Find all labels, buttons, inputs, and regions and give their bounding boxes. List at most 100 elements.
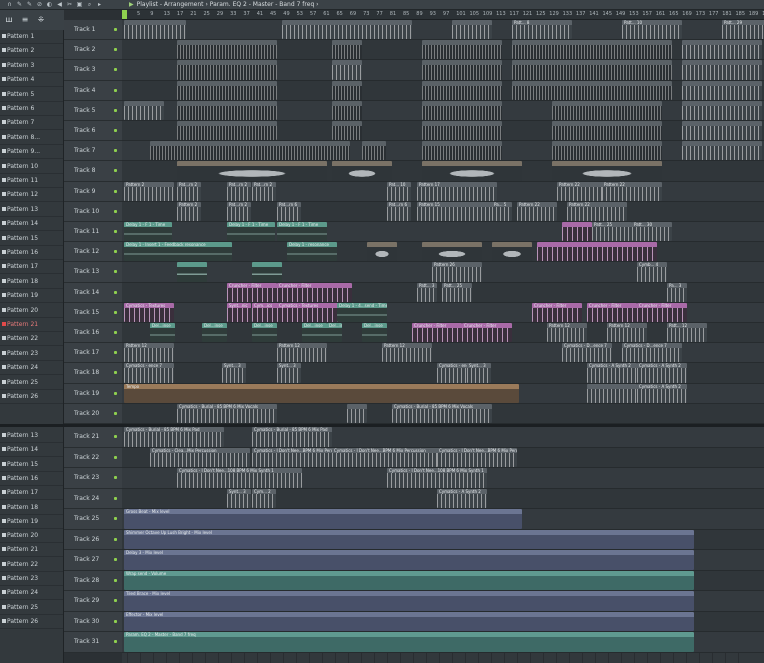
pattern-item[interactable]: Pattern 20 <box>0 529 63 544</box>
playlist-clip[interactable] <box>552 121 662 141</box>
pattern-item[interactable]: Pattern 18 <box>0 501 63 515</box>
playlist-clip[interactable]: Pattern 15 <box>417 201 497 221</box>
playlist-clip[interactable] <box>512 60 672 80</box>
track-enable-led[interactable] <box>114 619 117 623</box>
pencil-icon[interactable]: ✎ <box>16 1 23 8</box>
track-enable-led[interactable] <box>114 48 117 52</box>
playlist-clip[interactable]: Patt... 30 <box>632 222 672 242</box>
paint-icon[interactable]: ✎ <box>26 1 33 8</box>
playlist-clip[interactable]: Cymatics - D...ence 7 <box>622 343 682 363</box>
select-icon[interactable]: ▣ <box>76 1 83 8</box>
playlist-clip[interactable] <box>177 100 277 120</box>
playlist-clip[interactable] <box>562 222 592 242</box>
pattern-item[interactable]: Pattern 13 <box>0 429 63 443</box>
track-enable-led[interactable] <box>114 411 117 415</box>
playlist-clip[interactable]: Patt... 12 <box>667 323 707 343</box>
track-header[interactable]: Track 22 <box>64 447 122 468</box>
playlist-clip[interactable]: Synt... 3 <box>222 363 246 383</box>
track-lane[interactable]: Synt... 3 Cym... 2 Cymatics - A Synth 2 <box>122 488 764 509</box>
playlist-clip[interactable]: Delay 1 - F 1 - Time <box>124 222 172 242</box>
playlist-clip[interactable]: Cymatics - A Synth 2 <box>637 363 687 383</box>
track-header[interactable]: Track 6 <box>64 121 122 142</box>
pattern-item[interactable]: Pattern 21 <box>0 318 63 332</box>
pattern-item[interactable]: Pattern 19 <box>0 515 63 529</box>
pattern-item[interactable]: Pattern 14 <box>0 443 63 458</box>
track-header[interactable]: Track 26 <box>64 529 122 550</box>
pattern-item[interactable]: Pattern 12 <box>0 188 63 203</box>
playlist-clip[interactable] <box>492 242 532 262</box>
pattern-item[interactable]: Pattern 23 <box>0 572 63 586</box>
track-lane[interactable]: Pattern 12 Pattern 12 Pattern 12 Cymatics -… <box>122 343 764 364</box>
playlist-clip[interactable]: Pattern 22 <box>567 201 627 221</box>
pattern-item[interactable]: Pattern 9... <box>0 145 63 160</box>
track-lane[interactable]: Cruncher - Filter Cruncher - Filter Patt..… <box>122 282 764 303</box>
playlist-clip[interactable] <box>552 161 662 181</box>
playlist-clip[interactable] <box>552 141 662 161</box>
track-enable-led[interactable] <box>114 558 117 562</box>
track-enable-led[interactable] <box>114 189 117 193</box>
track-lane[interactable]: Del...inse Del...inse Del...inse Del...inse… <box>122 323 764 344</box>
pattern-item[interactable]: Pattern 18 <box>0 275 63 289</box>
playlist-clip[interactable] <box>422 80 502 100</box>
track-lane[interactable]: Tempo Cymatics - A Synth 2 <box>122 383 764 404</box>
pattern-item[interactable]: Pattern 5 <box>0 88 63 102</box>
playlist-clip[interactable]: Cymatics - Burial - 85 BPM 6 Mix Pad <box>252 427 332 447</box>
track-enable-led[interactable] <box>114 230 117 234</box>
track-enable-led[interactable] <box>114 331 117 335</box>
playlist-clip[interactable]: Delay 1 - 4...send - Time <box>337 302 387 322</box>
track-header[interactable]: Track 29 <box>64 591 122 612</box>
playlist-clip[interactable]: Cruncher - Filter <box>227 282 277 302</box>
playlist-clip[interactable]: Patt... 10 <box>622 20 682 40</box>
playlist-clip[interactable] <box>422 242 482 262</box>
playlist-clip[interactable]: Del...inse <box>362 323 387 343</box>
playlist-clip[interactable]: Synt... 3 <box>277 363 301 383</box>
track-enable-led[interactable] <box>114 129 117 133</box>
track-header[interactable]: Track 27 <box>64 550 122 571</box>
playlist-clip[interactable]: Cruncher - Filter <box>587 302 637 322</box>
track-lane[interactable] <box>122 161 764 182</box>
playlist-clip[interactable]: Cymatics - Burial - 85 BPM 6 Mix Vocals <box>177 403 277 423</box>
grid-icon[interactable]: ⁜ <box>36 15 46 25</box>
track-enable-led[interactable] <box>114 371 117 375</box>
playlist-clip[interactable]: Param. EQ 2 - Master - Band 7 freq <box>124 632 694 652</box>
playlist-clip[interactable]: Cymatics - A Synth 2 <box>437 488 487 508</box>
track-enable-led[interactable] <box>114 537 117 541</box>
track-lane[interactable] <box>122 80 764 101</box>
playlist-clip[interactable]: Shimmer Octave Up Lush Bright - Mix leve… <box>124 529 694 549</box>
pattern-item[interactable]: Pattern 6 <box>0 102 63 116</box>
track-lane[interactable] <box>122 141 764 162</box>
playlist-clip[interactable]: Pat...rn 2 <box>227 201 251 221</box>
playlist-clip[interactable] <box>177 121 277 141</box>
playlist-clip[interactable]: Pattern 12 <box>382 343 432 363</box>
track-enable-led[interactable] <box>114 496 117 500</box>
track-header[interactable]: Track 11 <box>64 222 122 243</box>
track-header[interactable]: Track 4 <box>64 80 122 101</box>
track-lane[interactable]: Gross Beat - Mix level <box>122 509 764 530</box>
playlist-clip[interactable] <box>682 60 762 80</box>
playlist-clip[interactable]: Cymatics - A Synth 2 <box>587 363 637 383</box>
playlist-clip[interactable] <box>682 40 762 60</box>
playlist-clip[interactable] <box>124 20 186 40</box>
playlist-clip[interactable]: Pat...rn 2 <box>177 181 201 201</box>
playlist-clip[interactable] <box>177 161 327 181</box>
delete-icon[interactable]: ⊘ <box>36 1 43 8</box>
track-header[interactable]: Track 12 <box>64 242 122 263</box>
track-enable-led[interactable] <box>114 310 117 314</box>
playlist-clip[interactable] <box>422 100 502 120</box>
pattern-item[interactable]: Pattern 26 <box>0 615 63 629</box>
track-header[interactable]: Track 19 <box>64 383 122 404</box>
playlist-clip[interactable]: Pattern 17 <box>417 181 497 201</box>
pattern-item[interactable]: Pattern 20 <box>0 304 63 318</box>
mute-icon[interactable]: ◐ <box>46 1 53 8</box>
track-header[interactable]: Track 8 <box>64 161 122 182</box>
playlist-clip[interactable]: Cruncher - Filter <box>412 323 462 343</box>
playlist-clip[interactable]: Cymatics - Burial - 85 BPM 6 Mix Pad <box>124 427 224 447</box>
playlist-clip[interactable] <box>682 100 762 120</box>
playlist-clip[interactable] <box>422 161 522 181</box>
track-enable-led[interactable] <box>114 28 117 32</box>
playlist-clip[interactable]: Patt... 3 <box>417 282 437 302</box>
pattern-item[interactable]: Pattern 1 <box>0 30 63 44</box>
playlist-clip[interactable]: Pa... 3 <box>667 282 687 302</box>
playlist-clip[interactable]: Tempo <box>124 383 519 403</box>
track-header[interactable]: Track 17 <box>64 343 122 364</box>
